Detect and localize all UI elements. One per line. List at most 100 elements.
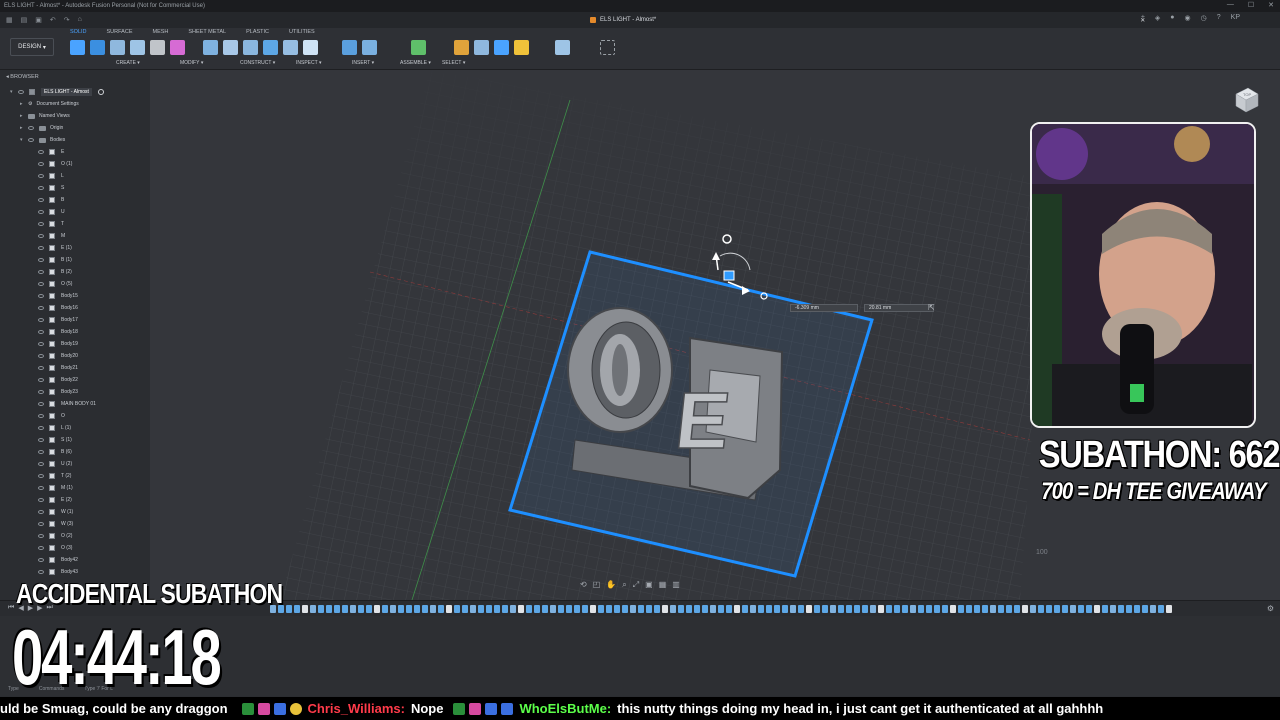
visibility-eye-icon[interactable] (38, 198, 44, 202)
timeline-feature[interactable] (670, 605, 676, 613)
timeline-feature[interactable] (1070, 605, 1076, 613)
tree-body-item[interactable]: Body23 (0, 386, 150, 398)
tree-body-item[interactable]: T (2) (0, 470, 150, 482)
timeline-feature[interactable] (1134, 605, 1140, 613)
group-modify[interactable]: MODIFY ▾ (142, 60, 236, 66)
tree-body-item[interactable]: Body20 (0, 350, 150, 362)
tab-sheet-metal[interactable]: SHEET METAL (188, 29, 226, 35)
form-icon[interactable] (170, 40, 185, 55)
tree-body-item[interactable]: Body21 (0, 362, 150, 374)
timeline-feature[interactable] (830, 605, 836, 613)
timeline-feature[interactable] (886, 605, 892, 613)
timeline-feature[interactable] (750, 605, 756, 613)
timeline-feature[interactable] (486, 605, 492, 613)
timeline-feature[interactable] (646, 605, 652, 613)
zoom-icon[interactable]: ⌕ (622, 580, 626, 590)
tree-body-item[interactable]: B (2) (0, 266, 150, 278)
tree-root[interactable]: ▾ ELS LIGHT - Almost (0, 86, 150, 98)
visibility-eye-icon[interactable] (38, 150, 44, 154)
timeline-feature[interactable] (790, 605, 796, 613)
hole-icon[interactable] (150, 40, 165, 55)
timeline-feature[interactable] (478, 605, 484, 613)
minimize-button[interactable]: — (1227, 1, 1234, 9)
visibility-eye-icon[interactable] (38, 354, 44, 358)
workspace-switcher[interactable]: DESIGN ▾ (10, 38, 54, 56)
midplane-icon[interactable] (362, 40, 377, 55)
group-assemble[interactable]: ASSEMBLE ▾ (394, 60, 442, 66)
timeline-feature[interactable] (1014, 605, 1020, 613)
tree-body-item[interactable]: S (1) (0, 434, 150, 446)
orbit-icon[interactable]: ⟲ (580, 580, 587, 590)
timeline-feature[interactable] (398, 605, 404, 613)
timeline-feature[interactable] (654, 605, 660, 613)
timeline-feature[interactable] (454, 605, 460, 613)
tab-mesh[interactable]: MESH (153, 29, 169, 35)
tree-body-item[interactable]: M (0, 230, 150, 242)
timeline-settings-icon[interactable]: ⚙ (1267, 604, 1274, 613)
new-component-icon[interactable] (70, 40, 85, 55)
tree-body-item[interactable]: M (1) (0, 482, 150, 494)
timeline-feature[interactable] (710, 605, 716, 613)
group-insert[interactable]: INSERT ▾ (338, 60, 394, 66)
visibility-eye-icon[interactable] (38, 234, 44, 238)
activate-radio-icon[interactable] (97, 89, 104, 95)
timeline-feature[interactable] (438, 605, 444, 613)
timeline-feature[interactable] (918, 605, 924, 613)
timeline-feature[interactable] (574, 605, 580, 613)
offset-plane-icon[interactable] (342, 40, 357, 55)
timeline-feature[interactable] (1110, 605, 1116, 613)
visibility-eye-icon[interactable] (38, 174, 44, 178)
fit-icon[interactable]: ⤢ (633, 580, 639, 590)
timeline-feature[interactable] (1062, 605, 1068, 613)
tree-body-item[interactable]: L (1) (0, 422, 150, 434)
timeline-feature[interactable] (1150, 605, 1156, 613)
tree-body-item[interactable]: S (0, 182, 150, 194)
timeline-feature[interactable] (910, 605, 916, 613)
job-status-icon[interactable]: ● (1170, 14, 1174, 22)
timeline-feature[interactable] (582, 605, 588, 613)
timeline-feature[interactable] (1118, 605, 1124, 613)
group-select[interactable]: SELECT ▾ (442, 60, 482, 66)
visibility-eye-icon[interactable] (38, 342, 44, 346)
timeline-feature[interactable] (734, 605, 740, 613)
timeline-feature[interactable] (958, 605, 964, 613)
timeline-feature[interactable] (926, 605, 932, 613)
timeline-feature[interactable] (1038, 605, 1044, 613)
timeline-feature[interactable] (1030, 605, 1036, 613)
tree-body-item[interactable]: Body15 (0, 290, 150, 302)
tab-solid[interactable]: SOLID (70, 29, 87, 35)
timeline-feature[interactable] (1078, 605, 1084, 613)
timeline-feature[interactable] (502, 605, 508, 613)
timeline-feature[interactable] (718, 605, 724, 613)
timeline-feature[interactable] (566, 605, 572, 613)
tree-body-item[interactable]: T (0, 218, 150, 230)
timeline-feature[interactable] (982, 605, 988, 613)
combine-icon[interactable] (283, 40, 298, 55)
timeline-feature[interactable] (822, 605, 828, 613)
timeline-feature[interactable] (966, 605, 972, 613)
timeline-feature[interactable] (390, 605, 396, 613)
tab-utilities[interactable]: UTILITIES (289, 29, 315, 35)
undo-icon[interactable]: ↶ (50, 16, 56, 24)
tree-body-item[interactable]: O (5) (0, 278, 150, 290)
visibility-eye-icon[interactable] (38, 414, 44, 418)
move-plane-handle[interactable] (723, 270, 735, 281)
timeline-feature[interactable] (526, 605, 532, 613)
insert-image-icon[interactable] (494, 40, 509, 55)
timeline-feature[interactable] (542, 605, 548, 613)
tree-body-item[interactable]: U (2) (0, 458, 150, 470)
tree-body-item[interactable]: O (2) (0, 530, 150, 542)
timeline-feature[interactable] (974, 605, 980, 613)
select-icon[interactable] (600, 40, 615, 55)
timeline-feature[interactable] (1054, 605, 1060, 613)
timeline-feature[interactable] (1022, 605, 1028, 613)
timeline-feature[interactable] (782, 605, 788, 613)
visibility-eye-icon[interactable] (18, 90, 24, 94)
timeline-feature[interactable] (606, 605, 612, 613)
timeline-feature[interactable] (838, 605, 844, 613)
tree-node-origin[interactable]: ▸ Origin (0, 122, 150, 134)
look-at-icon[interactable]: ◰ (593, 580, 601, 590)
timeline-feature[interactable] (998, 605, 1004, 613)
timeline-feature[interactable] (510, 605, 516, 613)
visibility-eye-icon[interactable] (38, 450, 44, 454)
